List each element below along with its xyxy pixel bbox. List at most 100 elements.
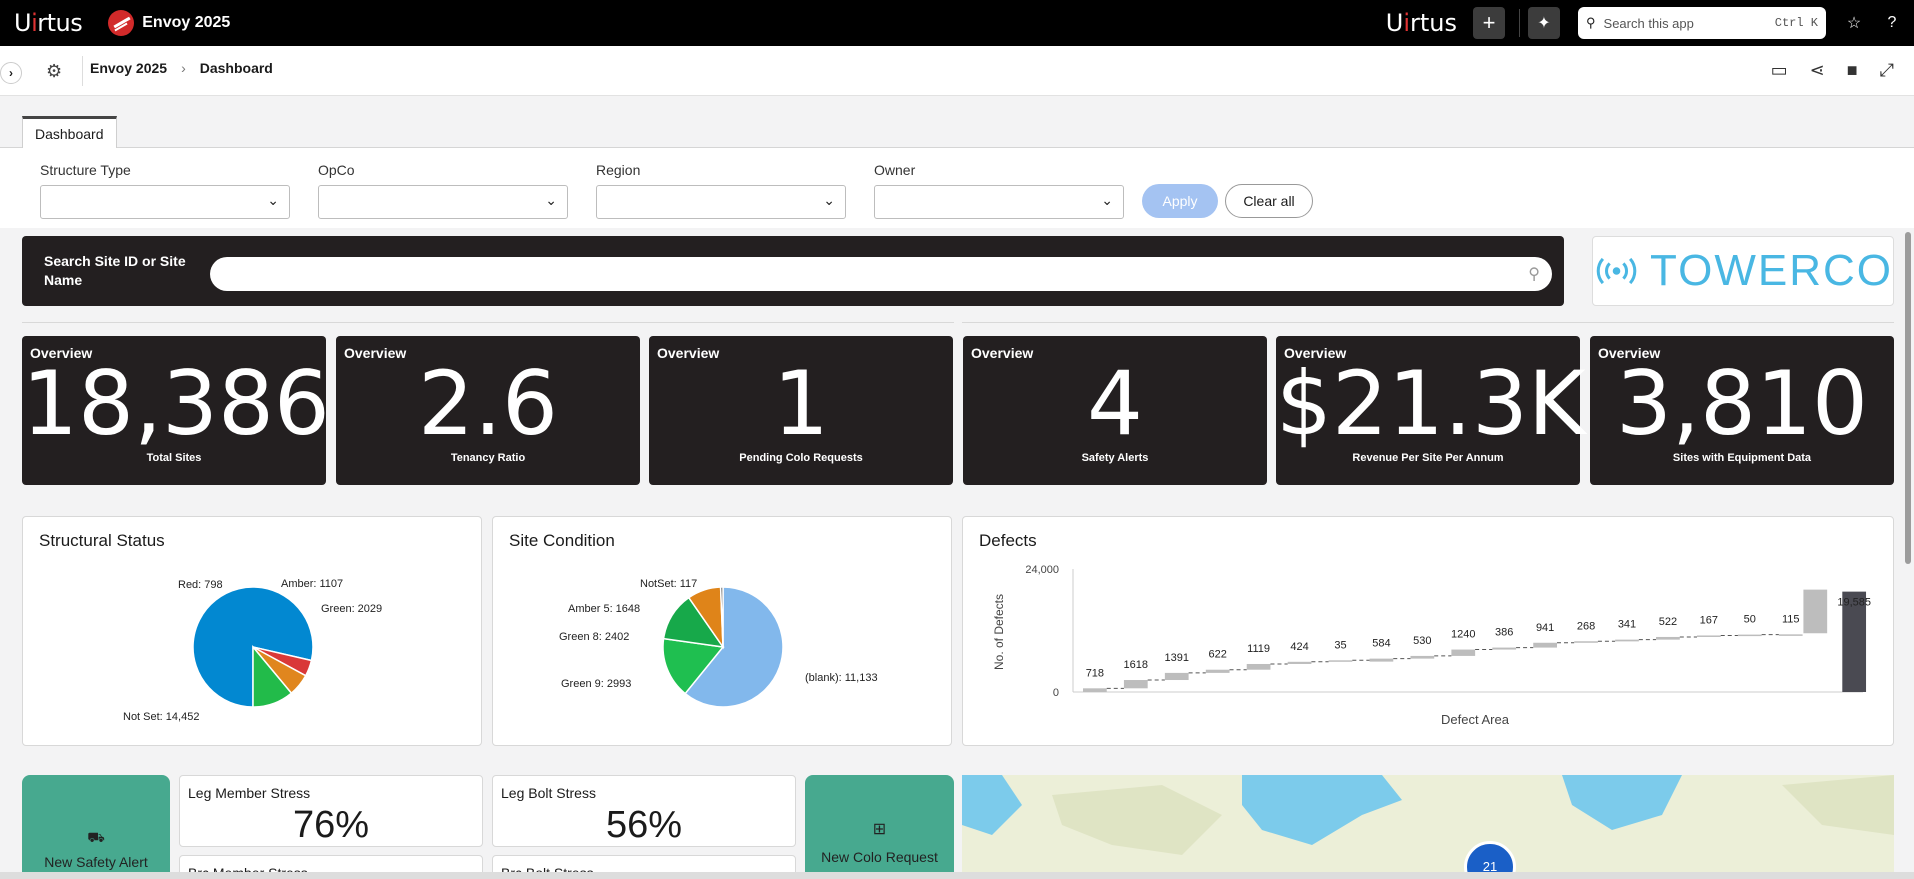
defect-bar[interactable]	[1615, 639, 1639, 642]
pie-label-amber: Amber: 1107	[281, 578, 344, 590]
defect-bar[interactable]	[1246, 663, 1271, 670]
bar-data-label: 1119	[1247, 643, 1270, 655]
gear-icon[interactable]: ⚙	[46, 61, 62, 82]
clear-all-button[interactable]: Clear all	[1225, 184, 1313, 218]
defect-bar[interactable]	[1696, 635, 1721, 637]
defect-bar[interactable]	[1164, 672, 1189, 681]
top-bar: Uirtus Envoy 2025 Uirtus + ✦ ⚲ Search th…	[0, 0, 1914, 46]
uirtus-logo[interactable]: Uirtus	[14, 9, 83, 37]
defect-bar[interactable]	[1287, 661, 1312, 664]
kpi-safety-alerts[interactable]: Overview 4 Safety Alerts	[963, 336, 1267, 485]
defect-bar[interactable]	[1492, 647, 1517, 650]
kpi-subtitle: Total Sites	[146, 452, 202, 464]
expand-sidebar-button[interactable]: ›	[0, 62, 22, 84]
defect-bar[interactable]	[1369, 658, 1394, 662]
tile-title: Leg Member Stress	[188, 785, 311, 801]
help-icon[interactable]: ?	[1882, 14, 1902, 32]
bar-data-label: 1618	[1124, 659, 1148, 671]
breadcrumb-root[interactable]: Envoy 2025	[90, 60, 167, 76]
defect-bar[interactable]	[1328, 660, 1353, 662]
search-icon: ⚲	[1586, 15, 1596, 30]
y-axis-label: No. of Defects	[992, 594, 1006, 670]
opco-select[interactable]: ⌄	[318, 185, 568, 219]
towerco-logo: TOWERCO	[1592, 236, 1894, 306]
share-icon[interactable]: ⋖	[1810, 60, 1825, 81]
owner-filter: Owner ⌄	[874, 162, 1124, 219]
map-shapes	[962, 775, 1894, 855]
new-colo-request-label: New Colo Request	[821, 849, 938, 865]
site-condition-card: Site Condition NotSet: 117 Amber 5: 1648…	[492, 516, 952, 746]
chevron-right-icon: ›	[181, 60, 186, 76]
towerco-logo-text: TOWERCO	[1650, 246, 1893, 295]
app-search-input[interactable]: ⚲ Search this app Ctrl K	[1578, 7, 1826, 39]
defects-waterfall-chart[interactable]: No. of Defects Defect Area 24,000 0 718 1618 1…	[963, 517, 1895, 747]
fullscreen-icon[interactable]: ⤢	[1880, 60, 1894, 81]
page-actions: ▭ ⋖ ■ ⤢	[1771, 60, 1894, 81]
breadcrumb: Envoy 2025 › Dashboard	[90, 60, 273, 76]
app-title[interactable]: Envoy 2025	[108, 10, 230, 36]
ai-sparkle-button[interactable]: ✦	[1528, 7, 1560, 39]
bar-data-label: 115	[1782, 613, 1800, 625]
search-placeholder: Search this app	[1603, 15, 1694, 31]
region-select[interactable]: ⌄	[596, 185, 846, 219]
tab-dashboard[interactable]: Dashboard	[22, 116, 117, 149]
kpi-subtitle: Tenancy Ratio	[450, 452, 526, 464]
kpi-value: 3,810	[1616, 352, 1868, 455]
site-search-input[interactable]: ⚲	[210, 257, 1552, 291]
tab-bar: Dashboard	[0, 112, 1914, 149]
bar-data-label: 530	[1413, 635, 1431, 647]
lock-icon[interactable]: ■	[1847, 60, 1858, 81]
site-search-label: Search Site ID or Site Name	[44, 253, 186, 288]
owner-select[interactable]: ⌄	[874, 185, 1124, 219]
page-scrollbar[interactable]	[1905, 232, 1911, 564]
pie-label-green-9: Green 9: 2993	[561, 678, 632, 690]
defect-bar[interactable]	[1803, 589, 1828, 634]
chevron-down-icon: ⌄	[823, 192, 835, 208]
add-box-icon: ⊞	[872, 821, 887, 838]
leg-member-stress-tile[interactable]: Leg Member Stress 76%	[179, 775, 483, 847]
kpi-sites-with-equipment[interactable]: Overview 3,810 Sites with Equipment Data	[1590, 336, 1894, 485]
defect-bar[interactable]	[1410, 655, 1435, 659]
bar-data-label: 35	[1334, 639, 1346, 651]
app-title-text: Envoy 2025	[142, 14, 231, 31]
defect-bar[interactable]	[1533, 642, 1557, 648]
signal-icon	[1596, 257, 1637, 285]
new-colo-request-button[interactable]: ⊞ New Colo Request	[805, 775, 954, 879]
defect-bar[interactable]	[1205, 669, 1230, 673]
structure-type-select[interactable]: ⌄	[40, 185, 290, 219]
comment-icon[interactable]: ▭	[1771, 60, 1788, 81]
kpi-revenue-per-site[interactable]: Overview $21.3K Revenue Per Site Per Ann…	[1276, 336, 1586, 485]
site-map[interactable]: 21	[962, 775, 1894, 879]
kpi-value: $21.3K	[1276, 352, 1586, 455]
structural-status-pie[interactable]	[23, 517, 483, 747]
horizontal-scrollbar[interactable]	[0, 872, 1914, 879]
kpi-tenancy-ratio[interactable]: Overview 2.6 Tenancy Ratio	[336, 336, 640, 485]
envoy-logo-icon	[108, 10, 135, 36]
kpi-value: 18,386	[22, 352, 330, 455]
chevron-down-icon: ⌄	[267, 192, 279, 208]
kpi-pending-colo-requests[interactable]: Overview 1 Pending Colo Requests	[649, 336, 953, 485]
defect-bar[interactable]	[1083, 688, 1107, 692]
bar-data-label: 167	[1700, 614, 1718, 626]
bar-data-label: 522	[1659, 616, 1677, 628]
opco-filter: OpCo ⌄	[318, 162, 568, 219]
tile-value: 76%	[292, 804, 370, 846]
search-shortcut: Ctrl K	[1774, 16, 1818, 30]
new-safety-alert-button[interactable]: ⛟ New Safety Alert	[22, 775, 170, 879]
defect-bar[interactable]	[1778, 634, 1803, 636]
defect-bar[interactable]	[1451, 649, 1476, 656]
y-tick-label: 0	[1053, 687, 1059, 699]
defect-bar[interactable]	[1737, 634, 1762, 637]
apply-button[interactable]: Apply	[1142, 184, 1218, 218]
defect-bar[interactable]	[1574, 641, 1598, 643]
star-icon[interactable]: ☆	[1844, 13, 1864, 33]
add-button[interactable]: +	[1473, 7, 1505, 39]
defect-bar[interactable]	[1656, 636, 1680, 640]
divider	[22, 322, 954, 323]
y-tick-label: 24,000	[1025, 564, 1059, 576]
defect-bar[interactable]	[1123, 680, 1148, 689]
kpi-total-sites[interactable]: Overview 18,386 Total Sites	[22, 336, 330, 485]
breadcrumb-current: Dashboard	[199, 60, 273, 76]
bar-data-label: 622	[1208, 649, 1226, 661]
leg-bolt-stress-tile[interactable]: Leg Bolt Stress 56%	[492, 775, 796, 847]
